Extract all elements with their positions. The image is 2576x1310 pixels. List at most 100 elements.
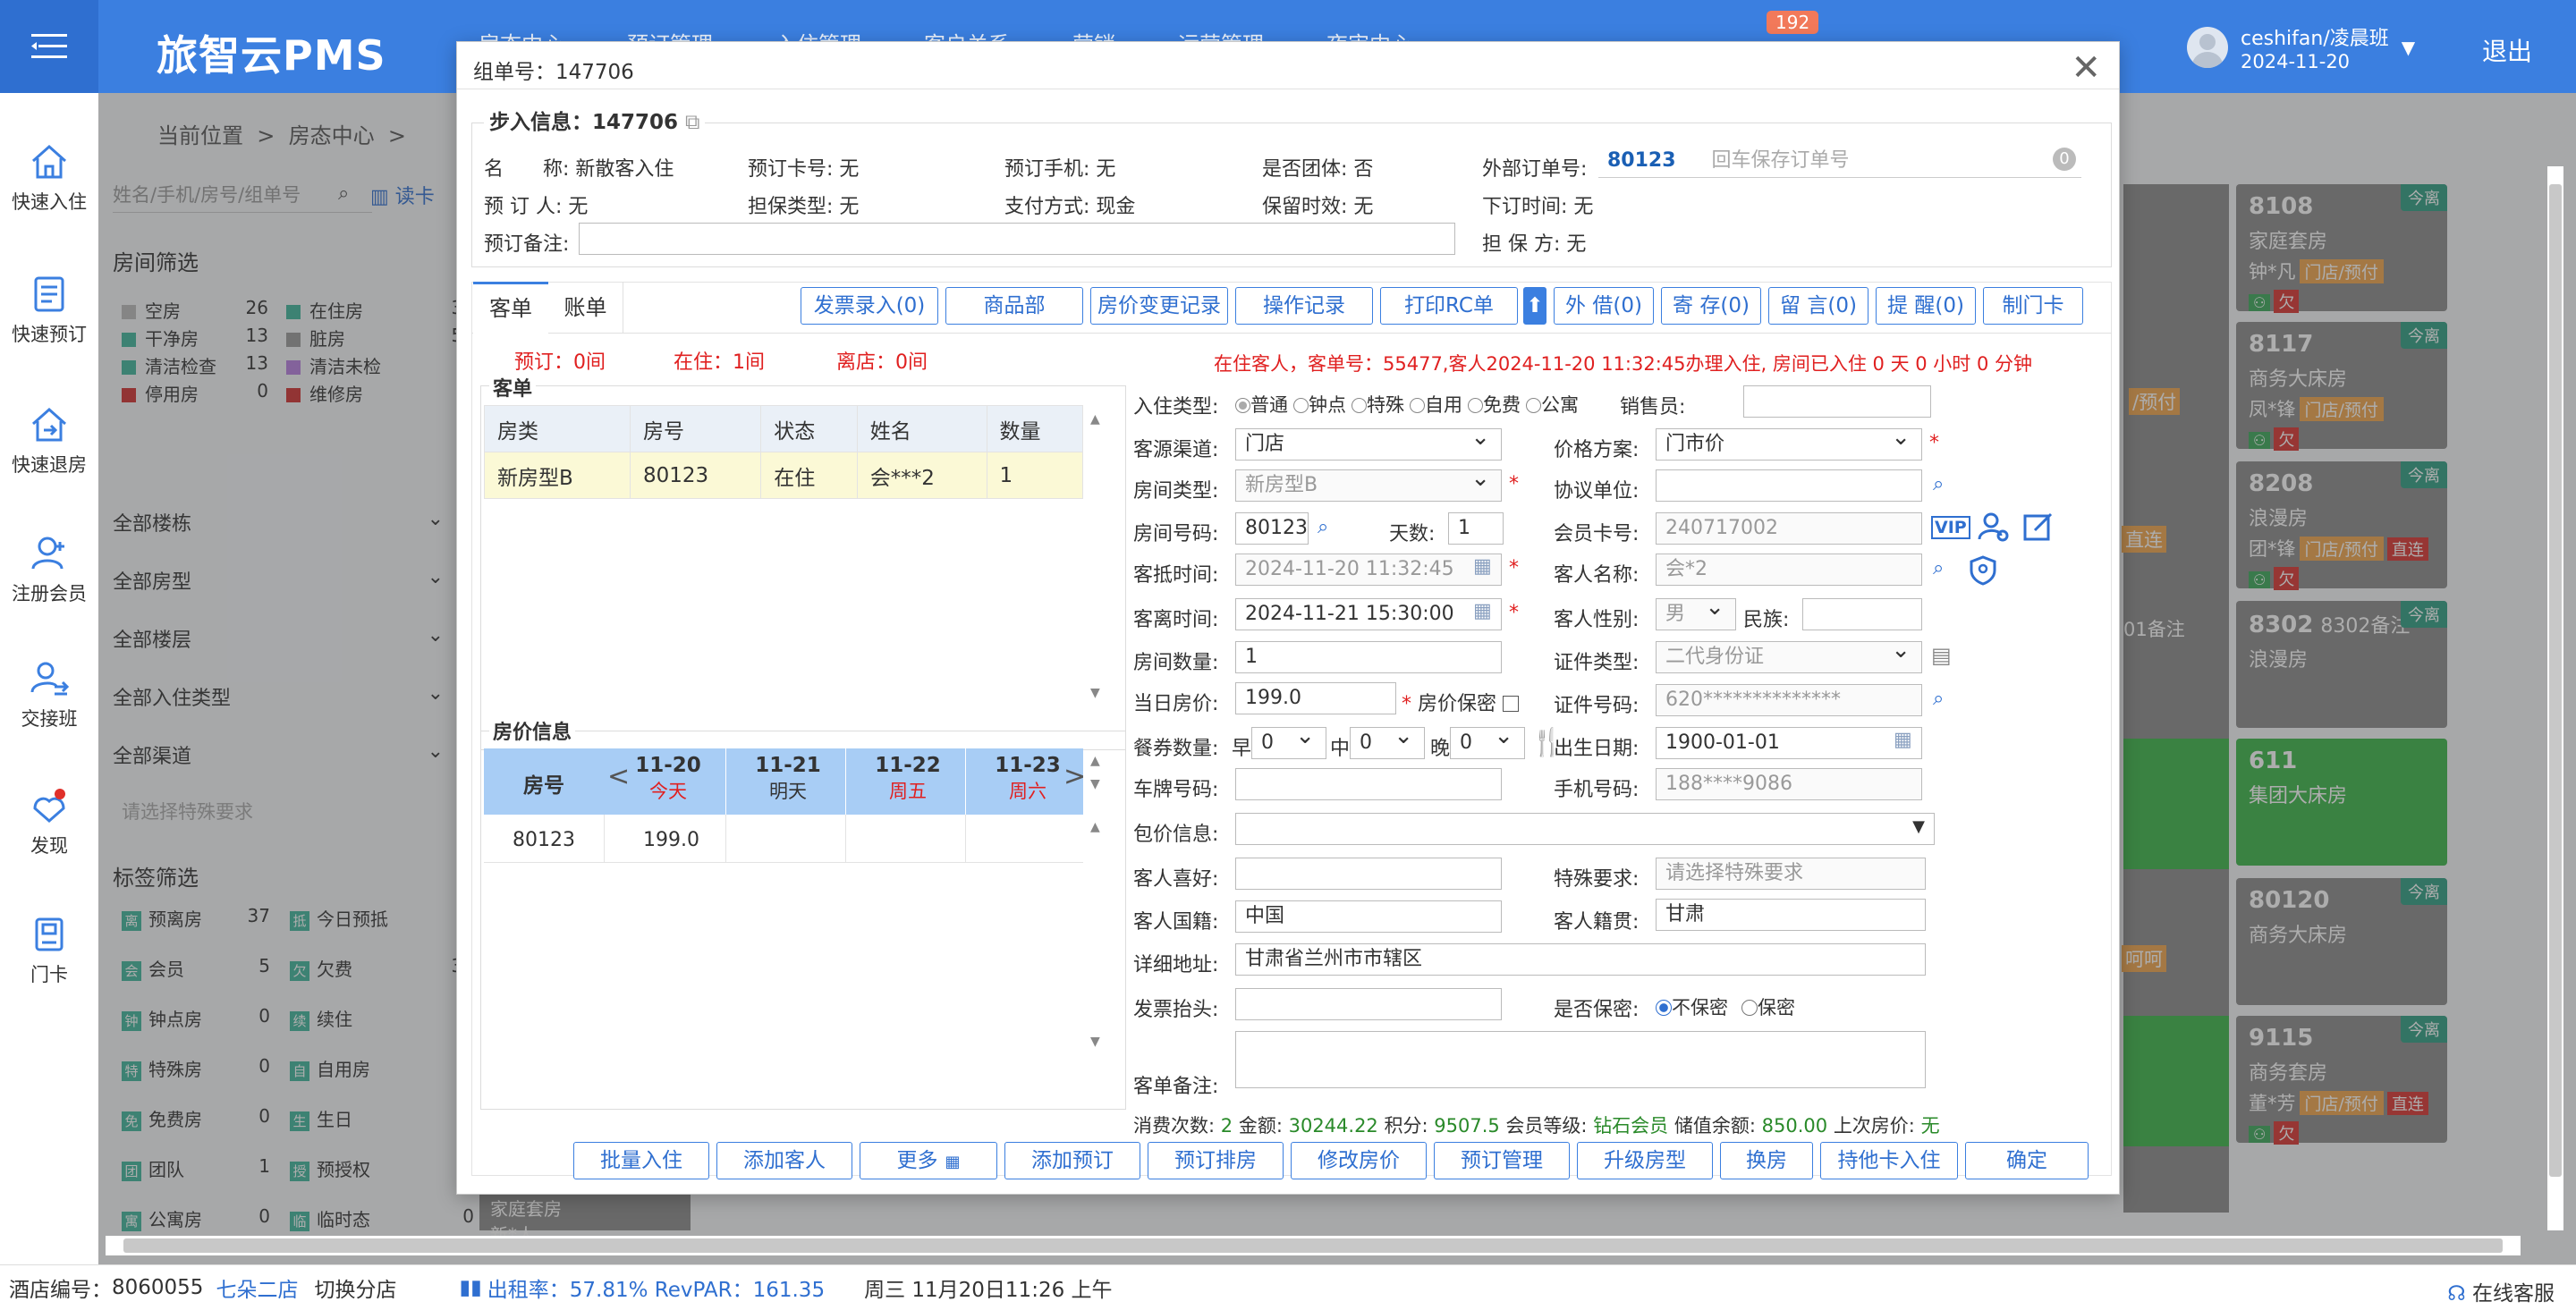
- confirm-button[interactable]: 确定: [1965, 1142, 2089, 1179]
- add-guest-button[interactable]: 添加客人: [716, 1142, 852, 1179]
- price-input[interactable]: 199.0: [1235, 682, 1396, 714]
- copy-icon[interactable]: ⧉: [685, 111, 699, 134]
- make-card-button[interactable]: 制门卡: [1983, 287, 2083, 325]
- sidebar-item-discover[interactable]: 发现: [0, 787, 98, 858]
- checkin-type-radio[interactable]: 钟点: [1293, 394, 1346, 416]
- price-secret-checkbox[interactable]: * 房价保密: [1402, 688, 1520, 716]
- gender-select[interactable]: 男: [1656, 598, 1736, 630]
- nation-input[interactable]: 中国: [1235, 900, 1502, 933]
- scrollbar-thumb[interactable]: [2549, 184, 2562, 1177]
- booking-assign-button[interactable]: 预订排房: [1148, 1142, 1284, 1179]
- calendar-icon[interactable]: ▦: [1894, 729, 1912, 751]
- scroll-up-icon[interactable]: ▲: [1090, 820, 1100, 834]
- id-type-select[interactable]: 二代身份证: [1656, 641, 1922, 673]
- sidebar-item-quick-booking[interactable]: 快速预订: [0, 275, 98, 347]
- guest-col-header[interactable]: 房类: [484, 405, 631, 452]
- search-icon[interactable]: ⌕: [1933, 688, 1944, 710]
- goods-button[interactable]: 商品部: [945, 287, 1083, 325]
- menu-toggle-button[interactable]: [0, 0, 98, 93]
- guest-name-input[interactable]: 会*2: [1656, 554, 1922, 586]
- channel-select[interactable]: 门店: [1235, 428, 1502, 461]
- secret-radio-yes[interactable]: 保密: [1741, 993, 1795, 1020]
- search-icon[interactable]: ⌕: [1933, 557, 1944, 579]
- batch-checkin-button[interactable]: 批量入住: [573, 1142, 709, 1179]
- message-button[interactable]: 留 言(0): [1768, 287, 1868, 325]
- change-room-button[interactable]: 换房: [1720, 1142, 1813, 1179]
- modify-price-button[interactable]: 修改房价: [1291, 1142, 1427, 1179]
- branch-name[interactable]: 七朵二店: [216, 1272, 298, 1303]
- secret-radio-no[interactable]: 不保密: [1656, 993, 1728, 1020]
- search-icon[interactable]: ⌕: [1933, 473, 1944, 495]
- checkin-type-radio[interactable]: 特殊: [1352, 394, 1404, 416]
- native-input[interactable]: 甘肃: [1656, 899, 1926, 931]
- member-input[interactable]: 240717002: [1656, 512, 1922, 545]
- agreement-input[interactable]: [1656, 469, 1922, 502]
- sidebar-item-quick-checkout[interactable]: 快速退房: [0, 406, 98, 478]
- close-icon[interactable]: ✕: [2071, 47, 2101, 89]
- special-select[interactable]: 请选择特殊要求: [1656, 858, 1926, 890]
- deposit-button[interactable]: 寄 存(0): [1661, 287, 1761, 325]
- checkin-type-radio[interactable]: 公寓: [1526, 394, 1579, 416]
- scroll-down-icon[interactable]: ▼: [1090, 777, 1100, 791]
- scroll-down-icon[interactable]: ▼: [1090, 1035, 1100, 1049]
- sidebar-item-door-card[interactable]: 门卡: [0, 916, 98, 987]
- other-card-checkin-button[interactable]: 持他卡入住: [1820, 1142, 1958, 1179]
- add-booking-button[interactable]: 添加预订: [1004, 1142, 1140, 1179]
- birth-input[interactable]: 1900-01-01: [1656, 727, 1922, 759]
- booking-manage-button[interactable]: 预订管理: [1434, 1142, 1570, 1179]
- breakfast-select[interactable]: 0: [1251, 727, 1326, 759]
- guest-col-header[interactable]: 数量: [986, 405, 1084, 452]
- leave-input[interactable]: 2024-11-21 15:30:00: [1235, 598, 1502, 630]
- id-reader-icon[interactable]: ▤: [1931, 643, 1952, 668]
- guest-col-header[interactable]: 姓名: [856, 405, 987, 452]
- ethnic-input[interactable]: [1802, 598, 1922, 630]
- operation-log-button[interactable]: 操作记录: [1235, 287, 1373, 325]
- notification-badge[interactable]: 192: [1767, 11, 1819, 34]
- user-search-icon[interactable]: [1978, 511, 2010, 543]
- lunch-select[interactable]: 0: [1350, 727, 1425, 759]
- logout-button[interactable]: 退出: [2482, 32, 2532, 68]
- scroll-up-icon[interactable]: ▲: [1090, 754, 1100, 768]
- scroll-up-icon[interactable]: ▲: [1090, 412, 1100, 427]
- checkin-type-radio[interactable]: 自用: [1410, 394, 1462, 416]
- pref-input[interactable]: [1235, 858, 1502, 890]
- remark-textarea[interactable]: [1235, 1031, 1926, 1088]
- calendar-icon[interactable]: ▦: [1473, 600, 1492, 622]
- chevron-down-icon[interactable]: ▼: [2402, 37, 2415, 58]
- scroll-down-icon[interactable]: ▼: [1090, 686, 1100, 700]
- price-change-log-button[interactable]: 房价变更记录: [1090, 287, 1228, 325]
- horizontal-scrollbar[interactable]: [106, 1236, 2521, 1255]
- page-scrollbar[interactable]: [2547, 166, 2563, 1230]
- sidebar-item-quick-checkin[interactable]: 快速入住: [0, 143, 98, 215]
- sidebar-item-register-member[interactable]: 注册会员: [0, 535, 98, 606]
- reminder-button[interactable]: 提 醒(0): [1876, 287, 1976, 325]
- external-order-input[interactable]: 80123 回车保存订单号: [1598, 146, 2081, 178]
- online-service-button[interactable]: ☊ 在线客服: [2447, 1276, 2555, 1306]
- sales-input[interactable]: [1743, 385, 1931, 418]
- days-input[interactable]: 1: [1448, 512, 1504, 545]
- room-type-select[interactable]: 新房型B: [1235, 469, 1502, 502]
- tab-guest[interactable]: 客单: [473, 282, 548, 334]
- booking-remark-input[interactable]: [579, 223, 1455, 255]
- package-select[interactable]: ▼: [1235, 813, 1935, 845]
- plate-input[interactable]: [1235, 768, 1502, 800]
- arrive-input[interactable]: 2024-11-20 11:32:45: [1235, 554, 1502, 586]
- arrow-up-icon[interactable]: ⬆: [1523, 287, 1546, 325]
- search-icon[interactable]: ⌕: [1318, 516, 1328, 538]
- id-no-input[interactable]: 620**************: [1656, 684, 1922, 716]
- shield-icon[interactable]: [1969, 555, 1997, 586]
- room-qty-input[interactable]: 1: [1235, 641, 1502, 673]
- checkin-type-radio[interactable]: 免费: [1468, 394, 1521, 416]
- occupancy-stats[interactable]: 出租率：57.81% RevPAR：161.35: [487, 1272, 825, 1303]
- switch-branch-link[interactable]: 切换分店: [314, 1272, 396, 1303]
- dinner-select[interactable]: 0: [1450, 727, 1525, 759]
- more-button[interactable]: 更多 ▦: [860, 1142, 997, 1179]
- scrollbar-thumb[interactable]: [123, 1238, 2503, 1253]
- edit-icon[interactable]: [2022, 511, 2055, 543]
- tab-bill[interactable]: 账单: [548, 282, 623, 334]
- mobile-input[interactable]: 188****9086: [1656, 768, 1922, 800]
- print-rc-button[interactable]: 打印RC单: [1380, 287, 1518, 325]
- checkin-type-radio[interactable]: 普通: [1235, 394, 1288, 416]
- borrow-button[interactable]: 外 借(0): [1554, 287, 1654, 325]
- next-icon[interactable]: >: [1063, 761, 1086, 792]
